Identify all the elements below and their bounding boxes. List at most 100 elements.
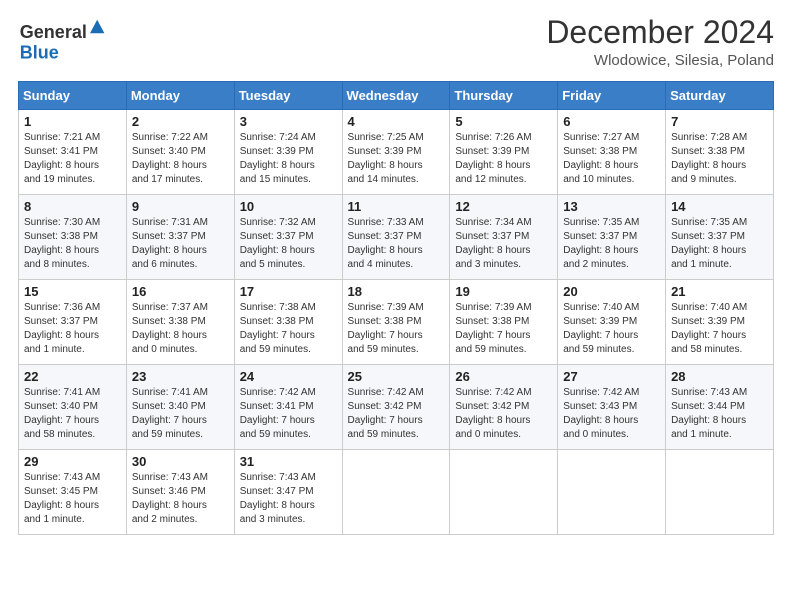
calendar-cell: 3 Sunrise: 7:24 AMSunset: 3:39 PMDaylight… [234, 110, 342, 195]
day-info: Sunrise: 7:43 AMSunset: 3:45 PMDaylight:… [24, 471, 121, 527]
title-area: December 2024 Wlodowice, Silesia, Poland [546, 15, 774, 69]
day-info: Sunrise: 7:22 AMSunset: 3:40 PMDaylight:… [132, 131, 229, 187]
day-number: 24 [240, 369, 337, 384]
day-info: Sunrise: 7:41 AMSunset: 3:40 PMDaylight:… [24, 386, 121, 442]
svg-text:Blue: Blue [20, 42, 59, 62]
calendar-cell [666, 450, 774, 535]
calendar-cell: 7 Sunrise: 7:28 AMSunset: 3:38 PMDaylight… [666, 110, 774, 195]
header: General Blue December 2024 Wlodowice, Si… [18, 15, 774, 69]
day-number: 9 [132, 199, 229, 214]
day-number: 20 [563, 284, 660, 299]
day-info: Sunrise: 7:32 AMSunset: 3:37 PMDaylight:… [240, 216, 337, 272]
day-info: Sunrise: 7:33 AMSunset: 3:37 PMDaylight:… [348, 216, 445, 272]
calendar-cell: 21 Sunrise: 7:40 AMSunset: 3:39 PMDayligh… [666, 280, 774, 365]
col-wednesday: Wednesday [342, 82, 450, 110]
day-info: Sunrise: 7:30 AMSunset: 3:38 PMDaylight:… [24, 216, 121, 272]
day-number: 31 [240, 454, 337, 469]
day-number: 18 [348, 284, 445, 299]
calendar-cell: 12 Sunrise: 7:34 AMSunset: 3:37 PMDayligh… [450, 195, 558, 280]
calendar-cell: 30 Sunrise: 7:43 AMSunset: 3:46 PMDayligh… [126, 450, 234, 535]
day-info: Sunrise: 7:39 AMSunset: 3:38 PMDaylight:… [348, 301, 445, 357]
calendar-cell [342, 450, 450, 535]
day-number: 27 [563, 369, 660, 384]
calendar-cell: 31 Sunrise: 7:43 AMSunset: 3:47 PMDayligh… [234, 450, 342, 535]
calendar-cell: 18 Sunrise: 7:39 AMSunset: 3:38 PMDayligh… [342, 280, 450, 365]
calendar-cell [450, 450, 558, 535]
calendar-week-row: 29Sunrise: 7:43 AMSunset: 3:45 PMDayligh… [19, 450, 774, 535]
day-info: Sunrise: 7:24 AMSunset: 3:39 PMDaylight:… [240, 131, 337, 187]
calendar-cell: 22 Sunrise: 7:41 AMSunset: 3:40 PMDayligh… [19, 365, 127, 450]
calendar-header-row: Sunday Monday Tuesday Wednesday Thursday… [19, 82, 774, 110]
calendar-cell: 24Sunrise: 7:42 AMSunset: 3:41 PMDayligh… [234, 365, 342, 450]
calendar-cell: 27 Sunrise: 7:42 AMSunset: 3:43 PMDayligh… [558, 365, 666, 450]
calendar-cell: 26 Sunrise: 7:42 AMSunset: 3:42 PMDayligh… [450, 365, 558, 450]
calendar-cell: 8Sunrise: 7:30 AMSunset: 3:38 PMDaylight… [19, 195, 127, 280]
col-thursday: Thursday [450, 82, 558, 110]
calendar-cell: 13 Sunrise: 7:35 AMSunset: 3:37 PMDayligh… [558, 195, 666, 280]
day-info: Sunrise: 7:42 AMSunset: 3:42 PMDaylight:… [455, 386, 552, 442]
col-monday: Monday [126, 82, 234, 110]
calendar-week-row: 22 Sunrise: 7:41 AMSunset: 3:40 PMDayligh… [19, 365, 774, 450]
day-number: 6 [563, 114, 660, 129]
day-number: 15 [24, 284, 121, 299]
day-number: 10 [240, 199, 337, 214]
day-info: Sunrise: 7:34 AMSunset: 3:37 PMDaylight:… [455, 216, 552, 272]
day-number: 5 [455, 114, 552, 129]
calendar-cell: 6Sunrise: 7:27 AMSunset: 3:38 PMDaylight… [558, 110, 666, 195]
col-tuesday: Tuesday [234, 82, 342, 110]
day-info: Sunrise: 7:36 AMSunset: 3:37 PMDaylight:… [24, 301, 121, 357]
calendar-cell: 28Sunrise: 7:43 AMSunset: 3:44 PMDayligh… [666, 365, 774, 450]
day-info: Sunrise: 7:26 AMSunset: 3:39 PMDaylight:… [455, 131, 552, 187]
day-info: Sunrise: 7:39 AMSunset: 3:38 PMDaylight:… [455, 301, 552, 357]
day-info: Sunrise: 7:42 AMSunset: 3:43 PMDaylight:… [563, 386, 660, 442]
day-number: 19 [455, 284, 552, 299]
day-number: 17 [240, 284, 337, 299]
day-number: 3 [240, 114, 337, 129]
calendar-cell: 5 Sunrise: 7:26 AMSunset: 3:39 PMDaylight… [450, 110, 558, 195]
calendar-table: Sunday Monday Tuesday Wednesday Thursday… [18, 81, 774, 535]
day-number: 30 [132, 454, 229, 469]
day-info: Sunrise: 7:21 AMSunset: 3:41 PMDaylight:… [24, 131, 121, 187]
day-info: Sunrise: 7:35 AMSunset: 3:37 PMDaylight:… [563, 216, 660, 272]
day-info: Sunrise: 7:41 AMSunset: 3:40 PMDaylight:… [132, 386, 229, 442]
day-info: Sunrise: 7:43 AMSunset: 3:44 PMDaylight:… [671, 386, 768, 442]
col-sunday: Sunday [19, 82, 127, 110]
location-title: Wlodowice, Silesia, Poland [546, 52, 774, 69]
day-number: 7 [671, 114, 768, 129]
day-number: 23 [132, 369, 229, 384]
calendar-cell: 25 Sunrise: 7:42 AMSunset: 3:42 PMDayligh… [342, 365, 450, 450]
calendar-week-row: 15 Sunrise: 7:36 AMSunset: 3:37 PMDayligh… [19, 280, 774, 365]
day-number: 26 [455, 369, 552, 384]
calendar-week-row: 8Sunrise: 7:30 AMSunset: 3:38 PMDaylight… [19, 195, 774, 280]
day-number: 13 [563, 199, 660, 214]
day-number: 4 [348, 114, 445, 129]
month-title: December 2024 [546, 15, 774, 50]
day-info: Sunrise: 7:42 AMSunset: 3:42 PMDaylight:… [348, 386, 445, 442]
day-info: Sunrise: 7:40 AMSunset: 3:39 PMDaylight:… [563, 301, 660, 357]
day-number: 21 [671, 284, 768, 299]
logo-svg: General Blue [18, 15, 108, 65]
day-number: 12 [455, 199, 552, 214]
day-info: Sunrise: 7:35 AMSunset: 3:37 PMDaylight:… [671, 216, 768, 272]
day-number: 11 [348, 199, 445, 214]
day-info: Sunrise: 7:38 AMSunset: 3:38 PMDaylight:… [240, 301, 337, 357]
day-number: 25 [348, 369, 445, 384]
col-saturday: Saturday [666, 82, 774, 110]
day-number: 1 [24, 114, 121, 129]
calendar-cell: 9 Sunrise: 7:31 AMSunset: 3:37 PMDaylight… [126, 195, 234, 280]
day-info: Sunrise: 7:28 AMSunset: 3:38 PMDaylight:… [671, 131, 768, 187]
calendar-cell: 2 Sunrise: 7:22 AMSunset: 3:40 PMDaylight… [126, 110, 234, 195]
day-info: Sunrise: 7:40 AMSunset: 3:39 PMDaylight:… [671, 301, 768, 357]
day-info: Sunrise: 7:25 AMSunset: 3:39 PMDaylight:… [348, 131, 445, 187]
day-info: Sunrise: 7:43 AMSunset: 3:46 PMDaylight:… [132, 471, 229, 527]
day-number: 22 [24, 369, 121, 384]
day-number: 2 [132, 114, 229, 129]
day-info: Sunrise: 7:43 AMSunset: 3:47 PMDaylight:… [240, 471, 337, 527]
day-number: 16 [132, 284, 229, 299]
calendar-cell: 23 Sunrise: 7:41 AMSunset: 3:40 PMDayligh… [126, 365, 234, 450]
calendar-cell: 10 Sunrise: 7:32 AMSunset: 3:37 PMDayligh… [234, 195, 342, 280]
calendar-cell: 11 Sunrise: 7:33 AMSunset: 3:37 PMDayligh… [342, 195, 450, 280]
day-number: 14 [671, 199, 768, 214]
day-info: Sunrise: 7:31 AMSunset: 3:37 PMDaylight:… [132, 216, 229, 272]
calendar-cell: 20 Sunrise: 7:40 AMSunset: 3:39 PMDayligh… [558, 280, 666, 365]
